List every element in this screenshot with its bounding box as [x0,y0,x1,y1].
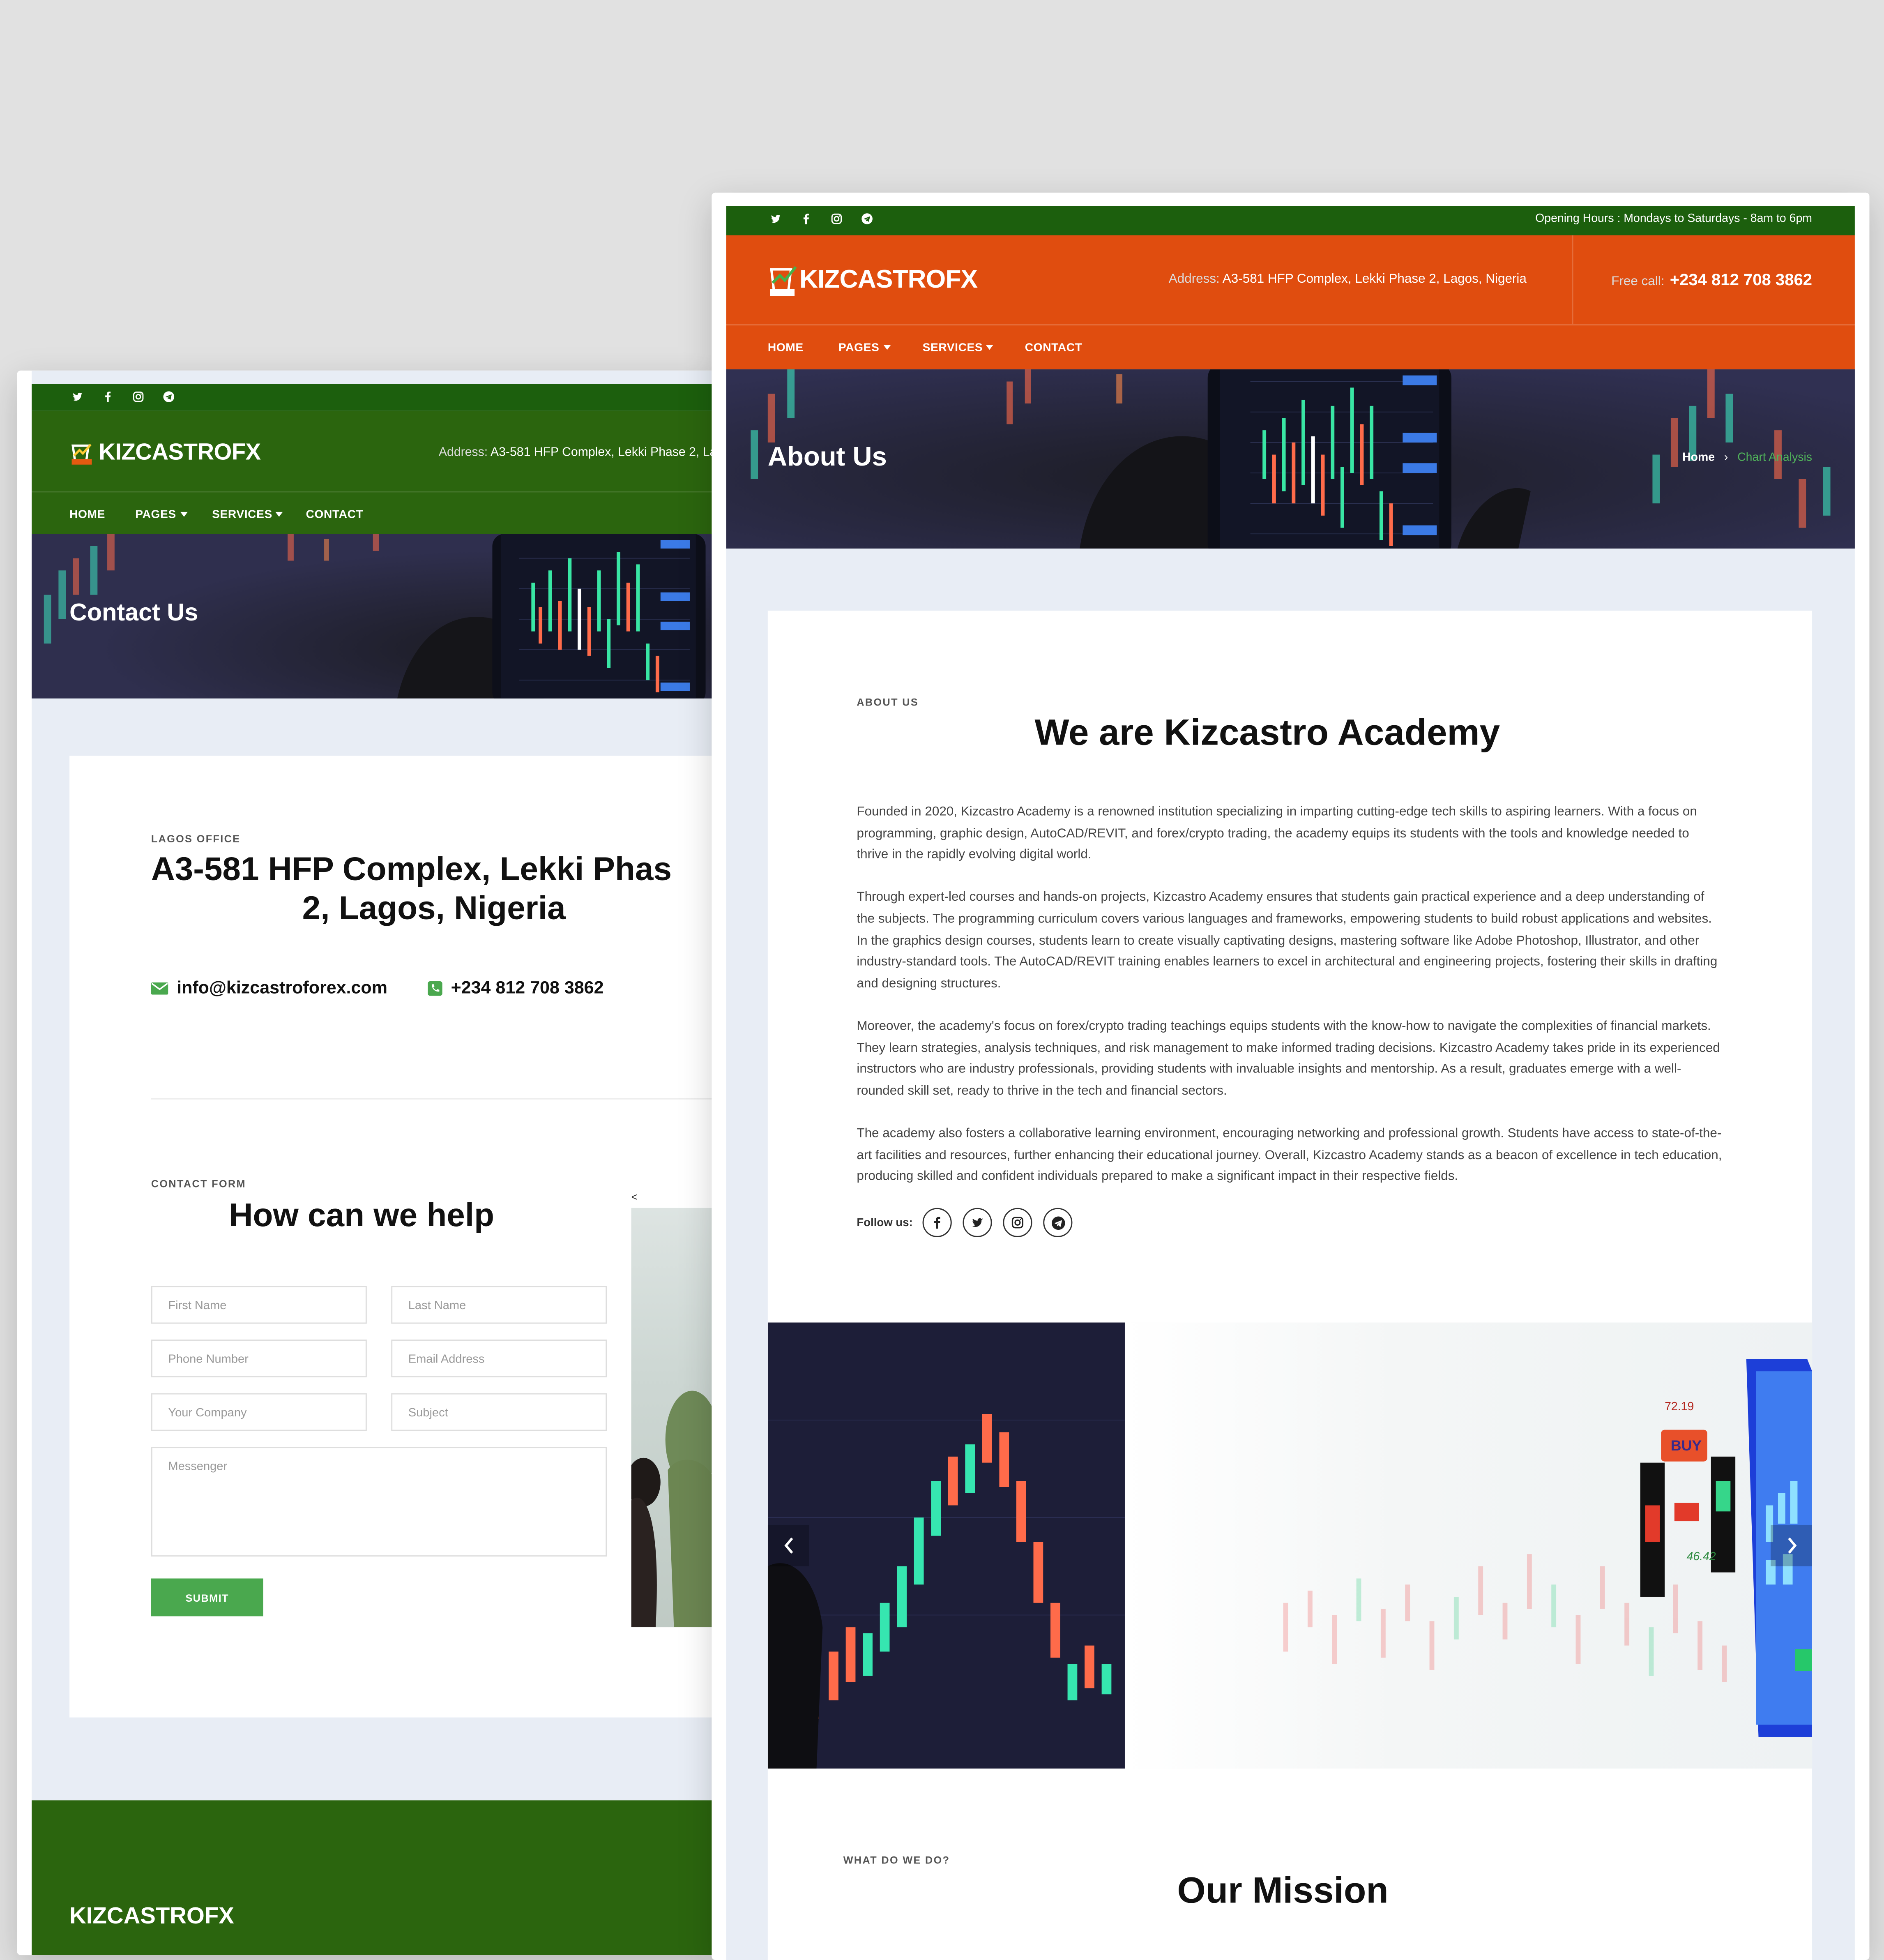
about-paragraph-2: Through expert-led courses and hands-on … [857,890,1718,991]
contact-card: LAGOS OFFICE A3-581 HFP Complex, Lekki P… [69,756,718,1718]
about-paragraph-1: Founded in 2020, Kizcastro Academy is a … [857,804,1697,862]
twitter-icon[interactable] [770,213,781,224]
office-label: LAGOS OFFICE [151,832,241,845]
about-eyebrow: ABOUT US [857,696,919,708]
caret-down-icon [276,512,283,517]
footer-brand: KIZCASTROFX [69,1904,234,1930]
envelope-icon [151,982,168,995]
phone-icon [428,981,442,996]
telegram-icon[interactable] [1043,1208,1073,1237]
chevron-right-icon: › [1724,451,1728,465]
image-slider: 72.19 BUY 46.42 [767,1322,1813,1769]
email-text: info@kizcastroforex.com [177,979,387,998]
slider-next-button[interactable] [1771,1524,1813,1566]
about-page-body: Opening Hours : Mondays to Saturdays - 8… [726,206,1855,1960]
opening-hours: Opening Hours : Mondays to Saturdays - 8… [1535,212,1813,226]
slider-prev-button[interactable]: < [631,1191,638,1203]
submit-button[interactable]: SUBMIT [151,1578,263,1616]
hero-title: Contact Us [69,600,198,627]
mission-eyebrow: WHAT DO WE DO? [843,1854,950,1866]
phone-item[interactable]: +234 812 708 3862 [428,979,604,998]
twitter-icon[interactable] [963,1208,992,1237]
contact-logo[interactable]: KIZCASTROFX [69,440,261,467]
nav-pages[interactable]: PAGES [135,508,187,522]
nav-pages[interactable]: PAGES [838,341,891,355]
form-title: How can we help [229,1197,495,1234]
nav-home[interactable]: HOME [69,508,105,522]
message-textarea[interactable]: Messenger [151,1447,607,1557]
facebook-icon[interactable] [102,391,113,402]
nav-services[interactable]: SERVICES [212,508,283,522]
nav-contact[interactable]: CONTACT [1025,341,1082,355]
free-call-number: +234 812 708 3862 [1670,270,1813,289]
slide-buy-label: BUY [1670,1437,1702,1454]
caret-down-icon [883,345,891,350]
contact-hero: Contact Us [32,534,718,699]
phone-text: +234 812 708 3862 [451,979,604,998]
slide-price-top: 72.19 [1665,1400,1694,1414]
chevron-left-icon [783,1537,792,1554]
office-address-line2: 2, Lagos, Nigeria [302,890,566,927]
company-input[interactable]: Your Company [151,1393,367,1431]
contact-page-body: KIZCASTROFX Address: A3-581 HFP Complex,… [32,370,718,1955]
slide-chart-dark [767,1322,1125,1769]
hero-title: About Us [767,441,887,472]
office-photo [631,1208,718,1628]
nav-services[interactable]: SERVICES [923,341,994,355]
caret-down-icon [986,345,994,350]
contact-address: Address: A3-581 HFP Complex, Lekki Phase… [438,446,718,460]
contact-social-bar [32,384,718,411]
telegram-icon[interactable] [163,391,175,402]
instagram-icon[interactable] [133,391,144,402]
email-item[interactable]: info@kizcastroforex.com [151,979,387,998]
contact-page-window: KIZCASTROFX Address: A3-581 HFP Complex,… [17,370,718,1955]
about-paragraph-4: The academy also fosters a collaborative… [857,1126,1722,1184]
about-page-window: Opening Hours : Mondays to Saturdays - 8… [712,192,1870,1960]
phone-number-input[interactable]: Phone Number [151,1340,367,1378]
logo-emblem-icon [71,443,92,465]
contact-footer: KIZCASTROFX [32,1800,718,1955]
twitter-icon[interactable] [72,391,83,402]
contact-header: KIZCASTROFX Address: A3-581 HFP Complex,… [32,410,718,534]
last-name-input[interactable]: Last Name [391,1286,607,1324]
about-title: We are Kizcastro Academy [1034,713,1500,754]
caret-down-icon [180,512,187,517]
nav-contact[interactable]: CONTACT [306,508,364,522]
breadcrumb: Home › Chart Analysis [1682,451,1812,465]
section-divider [151,1098,718,1100]
instagram-icon[interactable] [1003,1208,1032,1237]
about-hero: About Us Home › Chart Analysis [726,369,1855,549]
slide-chart-light [1124,1322,1813,1769]
about-logo[interactable]: KIZCASTROFX [768,262,978,299]
follow-us-label: Follow us: [857,1216,913,1229]
about-address: Address: A3-581 HFP Complex, Lekki Phase… [1168,272,1527,287]
about-top-bar: Opening Hours : Mondays to Saturdays - 8… [726,206,1855,235]
nav-home[interactable]: HOME [768,341,804,355]
email-address-input[interactable]: Email Address [391,1340,607,1378]
about-text: Founded in 2020, Kizcastro Academy is a … [857,802,1722,1188]
telegram-icon[interactable] [861,213,873,224]
facebook-icon[interactable] [922,1208,952,1237]
brand-name: KIZCASTROFX [99,440,261,466]
logo-emblem-icon [770,266,797,296]
office-address-line1: A3-581 HFP Complex, Lekki Phas [151,851,672,888]
facebook-icon[interactable] [801,213,812,224]
first-name-input[interactable]: First Name [151,1286,367,1324]
slide-price-mid: 46.42 [1686,1550,1716,1564]
slider-prev-button[interactable] [767,1524,809,1566]
form-label: CONTACT FORM [151,1177,246,1190]
about-card: ABOUT US We are Kizcastro Academy Founde… [767,611,1813,1960]
about-header: KIZCASTROFX Address: A3-581 HFP Complex,… [726,235,1855,369]
breadcrumb-current: Chart Analysis [1737,451,1813,465]
about-paragraph-3: Moreover, the academy's focus on forex/c… [857,1019,1720,1098]
mission-title: Our Mission [1177,1871,1389,1912]
free-call[interactable]: Free call: +234 812 708 3862 [1611,270,1812,291]
subject-input[interactable]: Subject [391,1393,607,1431]
brand-name: KIZCASTROFX [799,265,978,294]
instagram-icon[interactable] [831,213,842,224]
chevron-right-icon [1787,1537,1796,1554]
breadcrumb-home[interactable]: Home [1682,451,1715,465]
